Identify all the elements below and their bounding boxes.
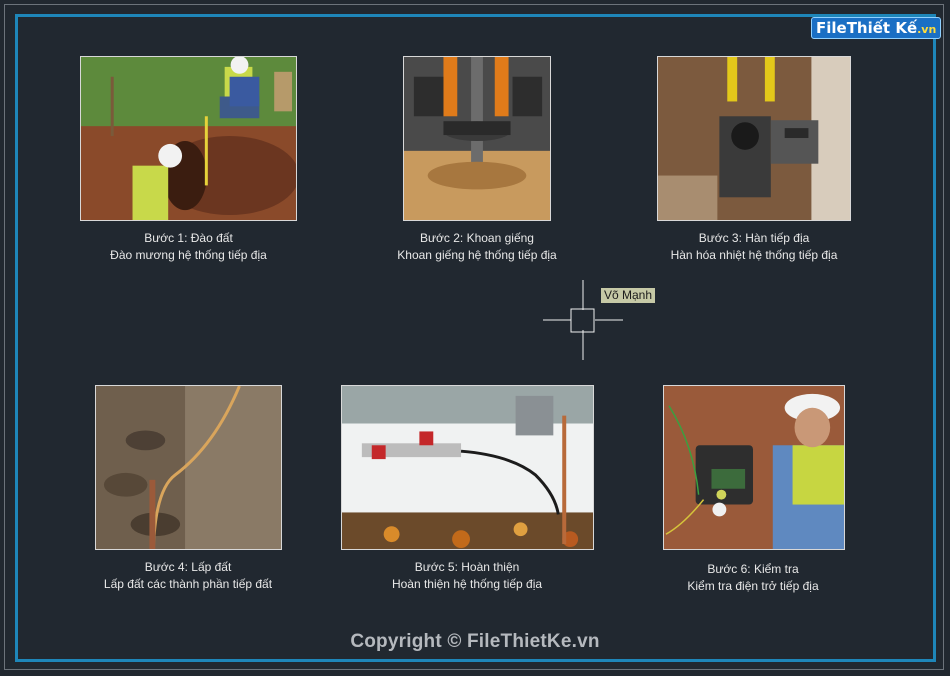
site-logo[interactable]: FileThiết Kế.vn (811, 17, 942, 39)
finished-system-photo (341, 385, 594, 550)
step-1-desc: Đào mương hệ thống tiếp địa (110, 248, 267, 262)
step-4-title: Bước 4: Lấp đất (144, 560, 232, 574)
step-6-desc: Kiểm tra điện trở tiếp địa (687, 579, 819, 593)
step-6-caption: Bước 6: Kiểm tra Kiểm tra điện trở tiếp … (653, 561, 853, 595)
copyright-text: Copyright © FileThietKe.vn (350, 631, 600, 652)
backfill-photo (95, 385, 282, 550)
step-2-title: Bước 2: Khoan giếng (420, 231, 534, 245)
step-5-title: Bước 5: Hoàn thiện (414, 560, 520, 574)
step-4-desc: Lấp đất các thành phần tiếp đất (103, 577, 273, 591)
step-1-title: Bước 1: Đào đất (144, 231, 233, 245)
logo-badge: FileThiết Kế.vn (811, 17, 942, 39)
step-3-caption: Bước 3: Hàn tiếp địa Hàn hóa nhiệt hệ th… (644, 230, 864, 264)
crosshair-label: Võ Mạnh (601, 288, 656, 303)
step-2-desc: Khoan giếng hệ thống tiếp địa (397, 248, 557, 262)
step-2-caption: Bước 2: Khoan giếng Khoan giếng hệ thống… (377, 230, 577, 264)
step-1-caption: Bước 1: Đào đất Đào mương hệ thống tiếp … (80, 230, 297, 264)
digging-trench-photo (80, 56, 297, 221)
step-5-desc: Hoàn thiện hệ thống tiếp địa (391, 577, 543, 591)
step-6-title: Bước 6: Kiểm tra (707, 562, 799, 576)
step-4-caption: Bước 4: Lấp đất Lấp đất các thành phần t… (88, 559, 288, 593)
step-3-title: Bước 3: Hàn tiếp địa (698, 231, 810, 245)
step-5-caption: Bước 5: Hoàn thiện Hoàn thiện hệ thống t… (367, 559, 567, 593)
drilling-well-photo (403, 56, 551, 221)
exothermic-welding-photo (657, 56, 851, 221)
resistance-test-photo (663, 385, 845, 550)
step-3-desc: Hàn hóa nhiệt hệ thống tiếp địa (670, 248, 838, 262)
